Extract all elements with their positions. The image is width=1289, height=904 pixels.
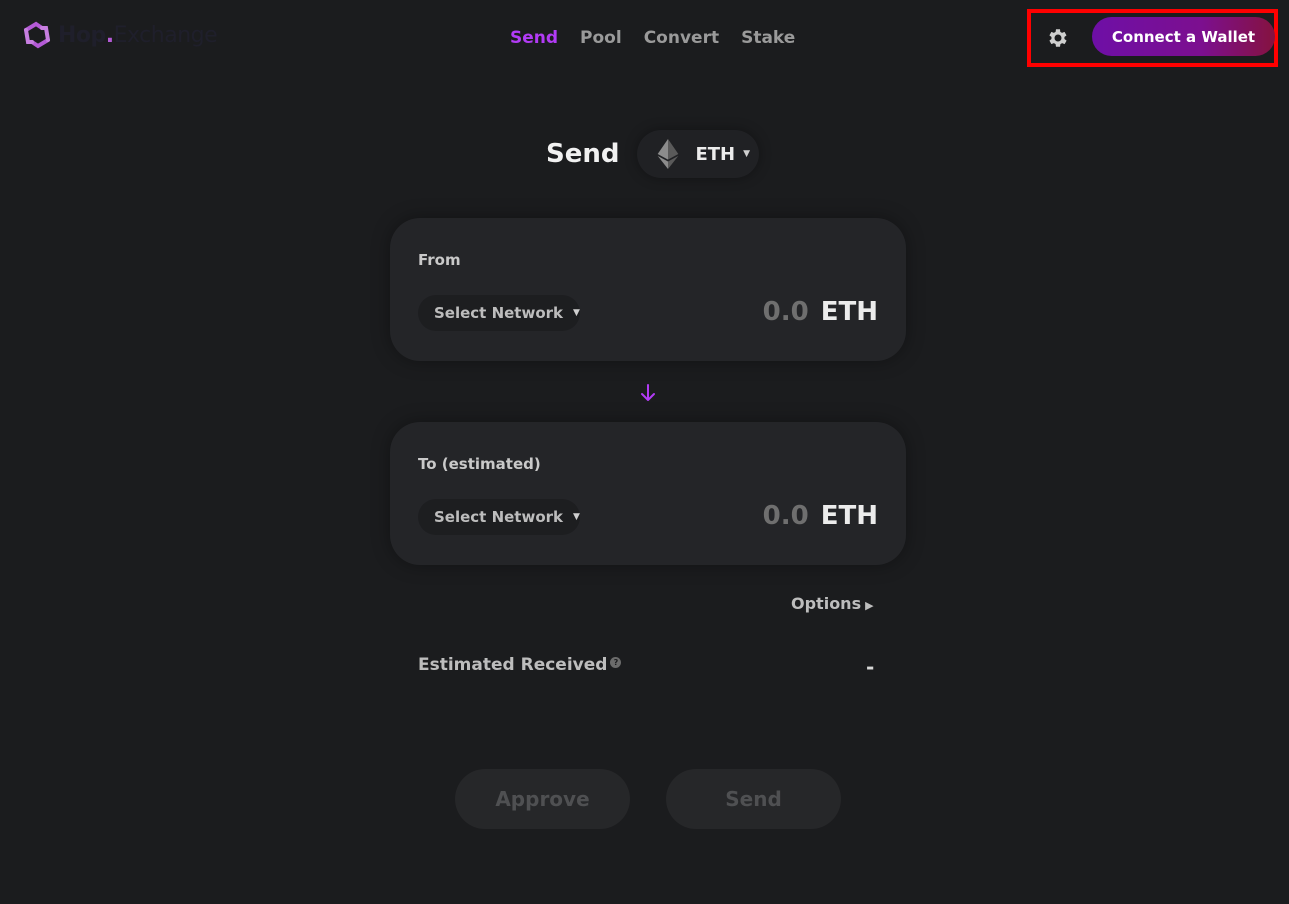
chevron-down-icon: ▼ xyxy=(573,308,580,318)
from-amount[interactable]: 0.0 ETH xyxy=(763,297,878,327)
nav-convert[interactable]: Convert xyxy=(644,28,719,48)
nav-stake[interactable]: Stake xyxy=(741,28,795,48)
to-label: To (estimated) xyxy=(418,455,541,473)
options-label: Options xyxy=(791,594,862,613)
token-select[interactable]: ETH ▼ xyxy=(637,130,760,178)
to-amount-value: 0.0 xyxy=(762,501,809,531)
approve-button[interactable]: Approve xyxy=(455,769,630,829)
caret-right-icon: ▶ xyxy=(865,599,874,612)
token-label: ETH xyxy=(695,143,736,165)
top-header: Hop.Exchange Send Pool Convert Stake Con… xyxy=(0,0,1289,80)
from-amount-input[interactable]: 0.0 xyxy=(763,297,809,327)
connect-wallet-button[interactable]: Connect a Wallet xyxy=(1092,17,1275,56)
main-nav: Send Pool Convert Stake xyxy=(510,28,817,48)
from-amount-unit: ETH xyxy=(820,297,878,327)
page-title: Send xyxy=(546,139,620,169)
send-button[interactable]: Send xyxy=(666,769,841,829)
chevron-down-icon: ▼ xyxy=(573,512,580,522)
options-toggle[interactable]: Options ▶ xyxy=(791,594,874,613)
nav-pool[interactable]: Pool xyxy=(580,28,622,48)
to-amount-unit: ETH xyxy=(820,501,878,531)
arrow-down-icon[interactable] xyxy=(637,382,659,404)
question-icon[interactable]: ? xyxy=(610,656,622,668)
nav-send[interactable]: Send xyxy=(510,28,558,48)
chevron-down-icon: ▼ xyxy=(743,149,751,159)
hop-logo-text: Hop.Exchange xyxy=(58,22,218,48)
hop-logo[interactable]: Hop.Exchange xyxy=(20,18,218,52)
hop-logo-icon xyxy=(24,21,50,49)
to-network-select[interactable]: Select Network ▼ xyxy=(418,499,580,535)
to-network-label: Select Network xyxy=(434,508,564,526)
from-network-select[interactable]: Select Network ▼ xyxy=(418,295,580,331)
from-network-label: Select Network xyxy=(434,304,564,322)
send-title-row: Send ETH ▼ xyxy=(546,130,760,178)
estimated-received-value: - xyxy=(866,655,875,679)
ethereum-icon xyxy=(658,139,679,169)
to-amount: 0.0 ETH xyxy=(763,501,878,531)
estimated-received: Estimated Received ? xyxy=(418,655,622,675)
from-card: From Select Network ▼ 0.0 ETH xyxy=(390,218,906,361)
estimated-received-label: Estimated Received xyxy=(418,655,608,675)
to-card: To (estimated) Select Network ▼ 0.0 ETH xyxy=(390,422,906,565)
from-label: From xyxy=(418,251,461,269)
gear-icon[interactable] xyxy=(1046,26,1070,50)
